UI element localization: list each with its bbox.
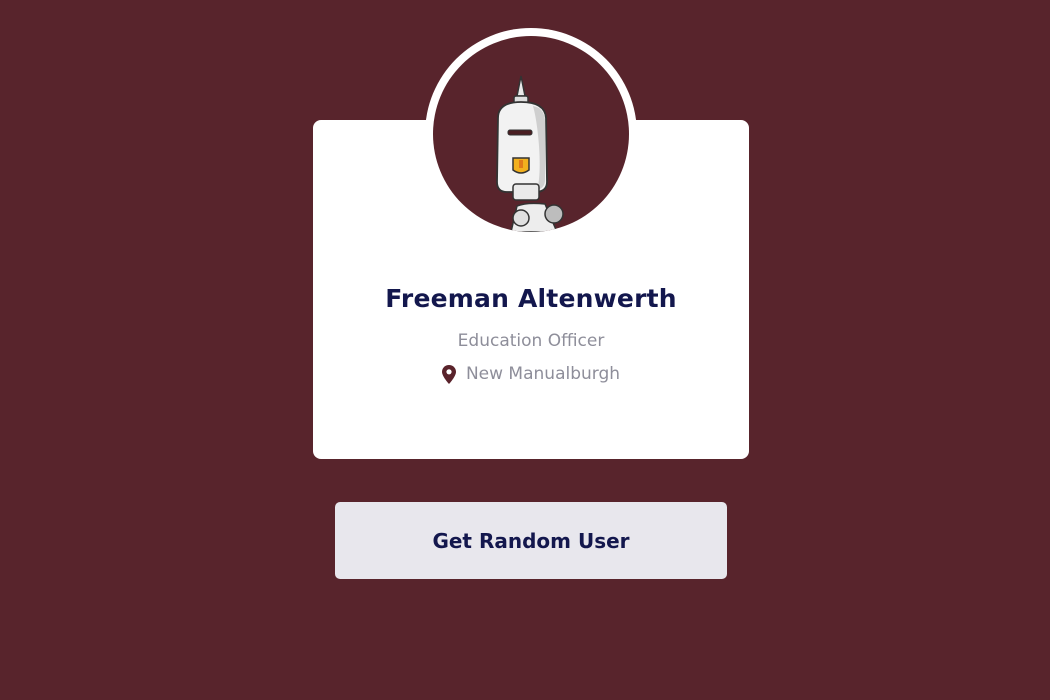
get-random-user-button[interactable]: Get Random User bbox=[335, 502, 727, 579]
robot-avatar-icon bbox=[496, 75, 564, 232]
avatar-ring bbox=[425, 28, 637, 240]
user-location: New Manualburgh bbox=[313, 364, 749, 384]
user-role: Education Officer bbox=[457, 331, 605, 351]
avatar bbox=[433, 36, 629, 232]
location-text: New Manualburgh bbox=[465, 364, 621, 384]
user-name: Freeman Altenwerth bbox=[385, 284, 677, 313]
map-pin-icon bbox=[441, 364, 456, 384]
